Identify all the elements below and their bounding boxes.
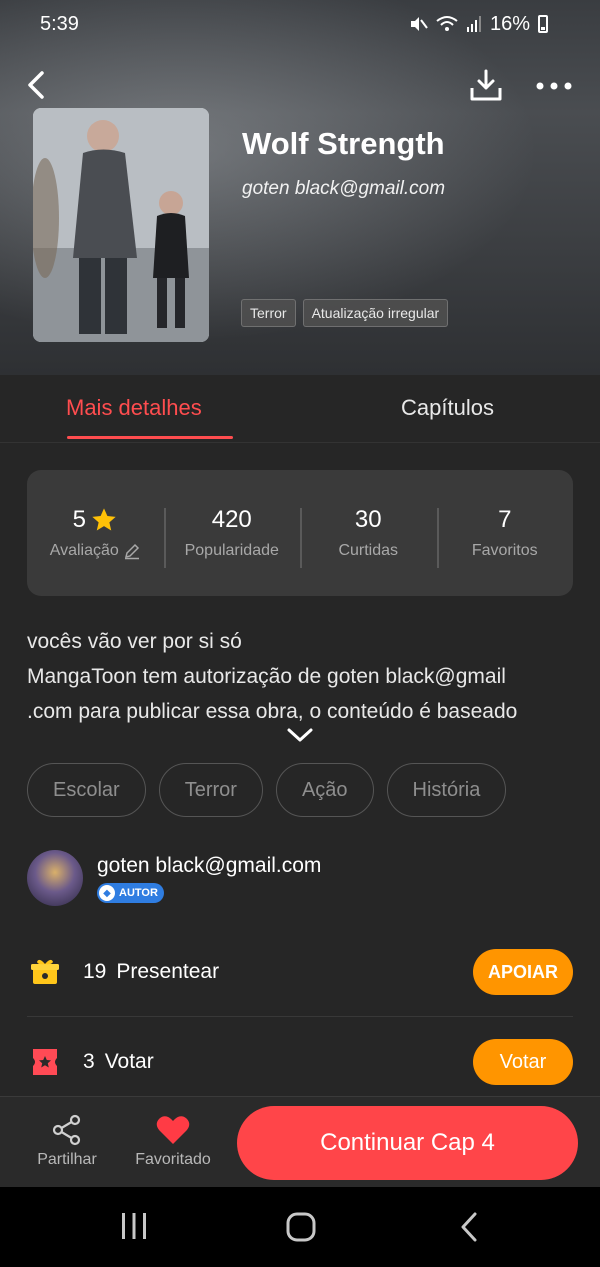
stat-likes: 30 Curtidas (300, 506, 437, 568)
status-bar: 5:39 16% (40, 10, 548, 38)
avatar[interactable] (27, 850, 83, 906)
genre-tag[interactable]: Ação (275, 763, 374, 817)
bottom-action-bar: Partilhar Favoritado Continuar Cap 4 (0, 1096, 600, 1187)
share-label: Partilhar (37, 1151, 97, 1168)
genre-tag[interactable]: História (386, 763, 507, 817)
tab-active-indicator (67, 436, 233, 439)
description-line: vocês vão ver por si só (27, 630, 242, 653)
heart-icon (156, 1116, 190, 1144)
more-icon[interactable] (534, 78, 574, 94)
description: vocês vão ver por si só MangaToon tem au… (27, 624, 577, 729)
back-icon[interactable] (24, 70, 50, 100)
author-badge-label: AUTOR (119, 887, 158, 899)
gift-icon (27, 954, 63, 990)
recent-apps-icon[interactable] (118, 1211, 150, 1241)
stat-value: 420 (211, 506, 252, 533)
edit-icon[interactable] (123, 542, 141, 560)
stat-label: Curtidas (338, 542, 399, 559)
stat-label: Avaliação (49, 542, 119, 559)
book-author: goten black@gmail.com (242, 178, 446, 199)
vote-count: 3 (83, 1050, 95, 1073)
stat-value: 7 (498, 506, 512, 533)
stat-value: 30 (354, 506, 382, 533)
favorite-button[interactable]: Favoritado (132, 1113, 214, 1169)
header-tag: Atualização irregular (302, 299, 449, 327)
tab-details[interactable]: Mais detalhes (66, 395, 202, 421)
gift-count: 19 (83, 960, 107, 983)
stat-label: Favoritos (471, 542, 538, 559)
signal-icon (466, 16, 481, 32)
stat-label: Popularidade (184, 542, 279, 559)
status-time: 5:39 (40, 12, 79, 35)
genre-tag[interactable]: Escolar (27, 763, 146, 817)
wifi-icon (436, 16, 458, 31)
author-row[interactable]: goten black@gmail.com ◆ AUTOR (27, 850, 573, 910)
system-back-icon[interactable] (458, 1211, 480, 1243)
author-name: goten black@gmail.com (97, 854, 322, 877)
support-button[interactable]: APOIAR (473, 949, 573, 995)
author-badge: ◆ AUTOR (97, 883, 164, 903)
mute-icon (410, 17, 428, 31)
status-icons: 16% (408, 13, 548, 36)
book-title: Wolf Strength (242, 126, 445, 161)
chevron-down-icon[interactable] (286, 726, 314, 744)
favorite-label: Favoritado (135, 1151, 211, 1168)
share-button[interactable]: Partilhar (34, 1113, 100, 1169)
stat-popularity: 420 Popularidade (163, 506, 301, 568)
continue-reading-button[interactable]: Continuar Cap 4 (237, 1106, 578, 1180)
genre-tags: Escolar Terror Ação História (27, 763, 507, 817)
diamond-icon: ◆ (99, 885, 115, 901)
download-icon[interactable] (468, 68, 504, 104)
book-header: 5:39 16% Wolf Strength goten black@gmail… (0, 0, 600, 375)
gift-label: Presentear (116, 960, 220, 983)
vote-button[interactable]: Votar (473, 1039, 573, 1085)
stats-card: 5 Avaliação 420 Popularidade 30 Curtidas… (27, 470, 573, 596)
header-tags: Terror Atualização irregular (241, 299, 449, 327)
vote-row: 3 Votar Votar (27, 1038, 573, 1086)
battery-percent: 16% (489, 12, 530, 35)
ticket-icon (27, 1044, 63, 1080)
system-nav-bar (0, 1187, 600, 1267)
star-icon (92, 508, 116, 531)
description-line: MangaToon tem autorização de goten black… (27, 665, 506, 688)
divider (27, 1016, 573, 1017)
gift-row: 19 Presentear APOIAR (27, 948, 573, 996)
home-icon[interactable] (285, 1211, 317, 1243)
description-line: .com para publicar essa obra, o conteúdo… (27, 700, 518, 723)
vote-label: Votar (104, 1050, 154, 1073)
battery-icon (538, 15, 548, 33)
header-tag: Terror (241, 299, 296, 327)
stat-rating[interactable]: 5 Avaliação (27, 506, 164, 560)
share-icon (52, 1114, 81, 1146)
tab-chapters[interactable]: Capítulos (401, 395, 494, 421)
tab-bar: Mais detalhes Capítulos (0, 375, 600, 443)
stat-favorites: 7 Favoritos (436, 506, 574, 568)
genre-tag[interactable]: Terror (158, 763, 263, 817)
stat-value: 5 (72, 506, 86, 533)
cover-image (33, 108, 209, 342)
